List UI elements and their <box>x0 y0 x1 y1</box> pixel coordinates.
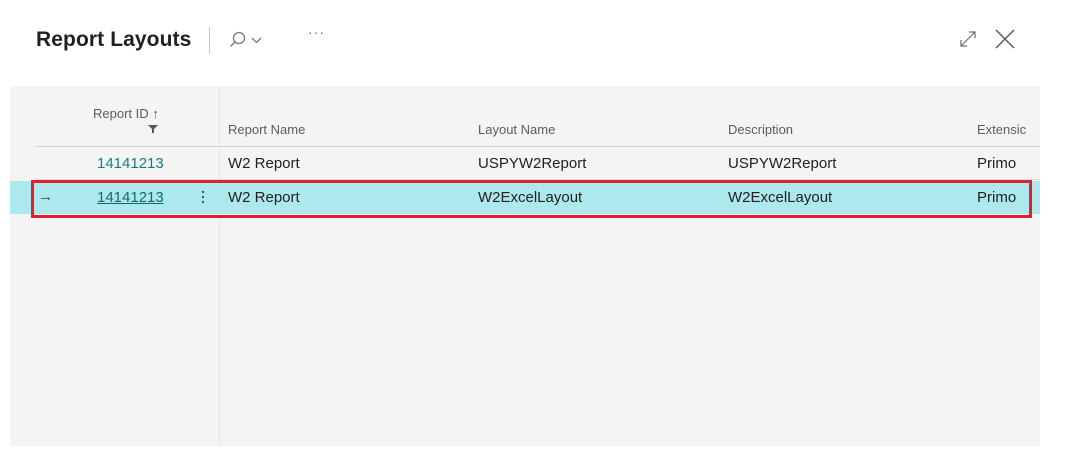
layout-name-cell: W2ExcelLayout <box>478 189 583 206</box>
table-row-selected[interactable]: → 14141213 W2 Report W2ExcelLayout W2Exc… <box>10 181 1040 214</box>
report-id-link[interactable]: 14141213 <box>97 155 164 172</box>
extension-cell: Primo <box>977 155 1017 172</box>
column-header-report-id[interactable]: Report ID ↑ <box>93 106 159 121</box>
page-title: Report Layouts <box>36 28 192 51</box>
chevron-down-icon <box>251 37 262 44</box>
column-header-layout-name[interactable]: Layout Name <box>478 122 555 137</box>
extension-cell: Primo <box>977 189 1017 206</box>
column-divider <box>219 86 220 446</box>
report-layouts-list: Report ID ↑ Report Name Layout Name Desc… <box>10 86 1040 446</box>
column-header-description[interactable]: Description <box>728 122 793 137</box>
report-name-cell: W2 Report <box>228 189 300 206</box>
close-button[interactable] <box>992 26 1018 52</box>
row-divider <box>35 179 1040 180</box>
report-name-cell: W2 Report <box>228 155 300 172</box>
expand-icon <box>960 31 976 47</box>
filter-icon[interactable] <box>147 124 159 134</box>
table-row[interactable]: 14141213 W2 Report USPYW2Report USPYW2Re… <box>10 147 1040 180</box>
expand-button[interactable] <box>958 29 978 49</box>
description-cell: USPYW2Report <box>728 155 837 172</box>
search-button[interactable] <box>228 29 270 51</box>
report-layouts-page: Report Layouts ··· Report ID ↑ Report Na… <box>0 0 1065 454</box>
report-id-link[interactable]: 14141213 <box>97 189 164 206</box>
vertical-ellipsis-icon <box>201 190 205 204</box>
layout-name-cell: USPYW2Report <box>478 155 587 172</box>
description-cell: W2ExcelLayout <box>728 189 833 206</box>
close-icon <box>995 29 1015 49</box>
selected-row-arrow-icon: → <box>38 188 53 205</box>
column-header-report-name[interactable]: Report Name <box>228 122 305 137</box>
title-divider <box>209 27 210 54</box>
row-actions-button[interactable] <box>196 186 210 208</box>
column-header-extension[interactable]: Extensic <box>977 122 1026 137</box>
search-icon <box>230 31 262 47</box>
more-options-button[interactable]: ··· <box>308 24 336 48</box>
